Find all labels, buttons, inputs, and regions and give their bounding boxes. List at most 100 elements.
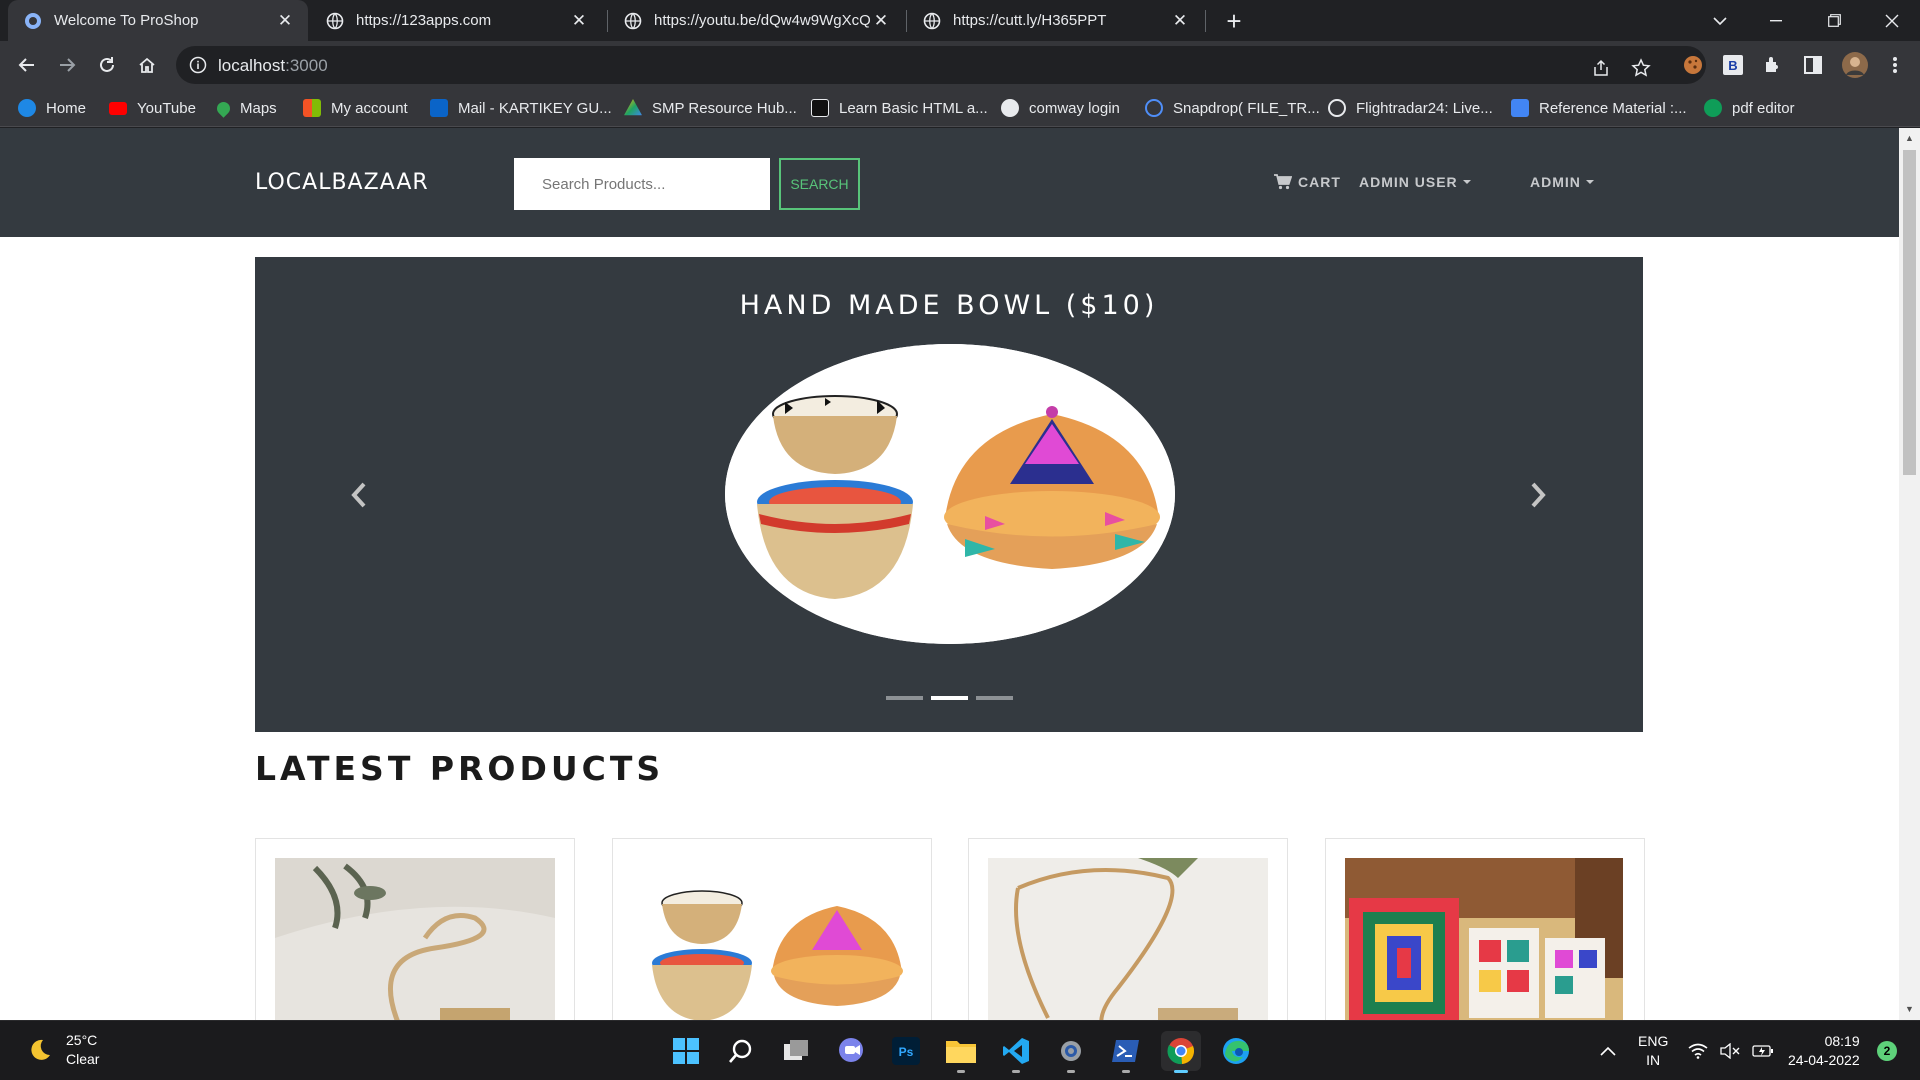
notification-center[interactable]: 2	[1877, 1021, 1897, 1080]
close-icon[interactable]: ✕	[568, 10, 590, 32]
chrome-app[interactable]	[1161, 1031, 1201, 1073]
vscode-app[interactable]	[996, 1031, 1036, 1073]
site-brand[interactable]: LOCALBAZAAR	[255, 170, 429, 195]
page-scrollbar[interactable]: ▲ ▼	[1899, 128, 1920, 1020]
carousel-indicator-active[interactable]	[930, 696, 968, 700]
tab-youtube-link[interactable]: https://youtu.be/dQw4w9WgXcQ ✕	[608, 0, 904, 41]
restore-icon	[1827, 14, 1841, 27]
product-image-crochet-cushions[interactable]	[1345, 858, 1623, 1020]
bookmark-flightradar[interactable]: Flightradar24: Live...	[1328, 97, 1493, 119]
close-window-button[interactable]	[1864, 0, 1920, 41]
nav-cart-link[interactable]: CART	[1274, 174, 1341, 190]
language-indicator[interactable]: ENG IN	[1638, 1021, 1668, 1080]
bookmark-star-button[interactable]	[1628, 55, 1654, 81]
system-tray-status[interactable]	[1688, 1021, 1774, 1080]
product-image-woven-sling-bag[interactable]	[275, 858, 555, 1020]
tab-search-button[interactable]	[1692, 0, 1748, 41]
pdf-editor-icon	[1704, 99, 1722, 117]
side-panel-icon[interactable]	[1801, 53, 1825, 77]
product-image-rope-crossbody-bag[interactable]	[988, 858, 1268, 1020]
close-icon[interactable]: ✕	[870, 10, 892, 32]
product-card[interactable]	[612, 838, 932, 1020]
bookmark-youtube[interactable]: YouTube	[109, 97, 196, 119]
nav-user-dropdown[interactable]: ADMIN USER	[1359, 174, 1471, 190]
tab-proshop[interactable]: Welcome To ProShop ✕	[8, 0, 308, 41]
home-button[interactable]	[132, 50, 162, 80]
bookmark-smp-resource-hub[interactable]: SMP Resource Hub...	[624, 97, 797, 119]
bookmark-reference-material[interactable]: Reference Material :...	[1511, 97, 1687, 119]
clock[interactable]: 08:19 24-04-2022	[1788, 1021, 1860, 1080]
new-tab-button[interactable]: +	[1219, 6, 1249, 36]
bookmark-home[interactable]: Home	[18, 97, 86, 119]
cookie-extension-icon[interactable]	[1681, 53, 1705, 77]
carousel-next-button[interactable]	[1518, 475, 1558, 515]
nav-admin-dropdown[interactable]: ADMIN	[1530, 174, 1594, 190]
clock-date: 24-04-2022	[1788, 1052, 1860, 1068]
bookmark-mail[interactable]: Mail - KARTIKEY GU...	[430, 97, 612, 119]
nav-user-label: ADMIN USER	[1359, 174, 1458, 190]
bookmark-my-account[interactable]: My account	[303, 97, 408, 119]
product-image-hand-made-bowls[interactable]	[632, 858, 912, 1020]
photoshop-app[interactable]: Ps	[886, 1031, 926, 1071]
b-extension-icon[interactable]: B	[1721, 53, 1745, 77]
share-button[interactable]	[1588, 55, 1614, 81]
bookmark-label: YouTube	[137, 99, 196, 117]
vscode-icon	[1003, 1038, 1029, 1064]
show-hidden-icons[interactable]	[1600, 1021, 1616, 1080]
file-explorer-app[interactable]	[941, 1031, 981, 1073]
bookmark-pdf-editor[interactable]: pdf editor	[1704, 97, 1795, 119]
settings-app[interactable]	[1051, 1031, 1091, 1073]
product-carousel: HAND MADE BOWL ($10)	[255, 257, 1643, 732]
close-icon[interactable]: ✕	[1169, 10, 1191, 32]
profile-avatar[interactable]	[1841, 51, 1869, 79]
product-card[interactable]	[1325, 838, 1645, 1020]
product-card[interactable]	[255, 838, 575, 1020]
address-bar[interactable]: localhost:3000	[176, 46, 1706, 84]
search-input[interactable]	[514, 158, 770, 210]
back-button[interactable]	[12, 50, 42, 80]
teams-chat-button[interactable]	[831, 1031, 871, 1071]
task-view-button[interactable]	[776, 1031, 816, 1071]
bookmark-snapdrop[interactable]: Snapdrop( FILE_TR...	[1145, 97, 1320, 119]
snapdrop-icon	[1145, 99, 1163, 117]
minimize-button[interactable]	[1748, 0, 1804, 41]
wifi-icon	[1688, 1043, 1708, 1059]
powershell-app[interactable]	[1106, 1031, 1146, 1073]
search-button[interactable]: SEARCH	[779, 158, 860, 210]
carousel-indicator[interactable]	[885, 696, 923, 700]
weather-temperature: 25°C	[66, 1032, 98, 1048]
volume-muted-icon	[1720, 1043, 1740, 1059]
globe-icon	[25, 12, 41, 29]
tab-title: https://123apps.com	[356, 12, 492, 29]
scroll-up-icon[interactable]: ▲	[1904, 133, 1915, 144]
carousel-indicator[interactable]	[975, 696, 1013, 700]
puzzle-extensions-icon[interactable]	[1761, 53, 1785, 77]
info-icon[interactable]	[188, 55, 208, 75]
close-icon[interactable]: ✕	[274, 10, 296, 32]
chat-icon	[839, 1038, 863, 1062]
taskbar-search-button[interactable]	[721, 1031, 761, 1071]
reload-button[interactable]	[92, 50, 122, 80]
bookmark-comway-login[interactable]: comway login	[1001, 97, 1120, 119]
chrome-menu-button[interactable]	[1880, 50, 1910, 80]
edge-app[interactable]	[1216, 1031, 1256, 1071]
angular-icon	[811, 99, 829, 117]
scrollbar-thumb[interactable]	[1903, 150, 1916, 475]
forward-button[interactable]	[52, 50, 82, 80]
weather-widget[interactable]: 25°C Clear	[26, 1031, 99, 1069]
restore-button[interactable]	[1806, 0, 1862, 41]
product-card[interactable]	[968, 838, 1288, 1020]
tab-cuttly-link[interactable]: https://cutt.ly/H365PPT ✕	[907, 0, 1203, 41]
latest-products-heading: LATEST PRODUCTS	[255, 749, 665, 788]
globe-icon	[1001, 99, 1019, 117]
bookmark-maps[interactable]: Maps	[214, 97, 277, 119]
carousel-caption[interactable]: HAND MADE BOWL ($10)	[255, 290, 1643, 321]
scroll-down-icon[interactable]: ▼	[1904, 1004, 1915, 1015]
tab-123apps[interactable]: https://123apps.com ✕	[310, 0, 602, 41]
start-button[interactable]	[666, 1031, 706, 1071]
carousel-product-image[interactable]	[725, 344, 1175, 644]
youtube-icon	[109, 101, 127, 115]
bookmark-learn-html[interactable]: Learn Basic HTML a...	[811, 97, 988, 119]
carousel-prev-button[interactable]	[339, 475, 379, 515]
product-photo	[275, 858, 555, 1020]
